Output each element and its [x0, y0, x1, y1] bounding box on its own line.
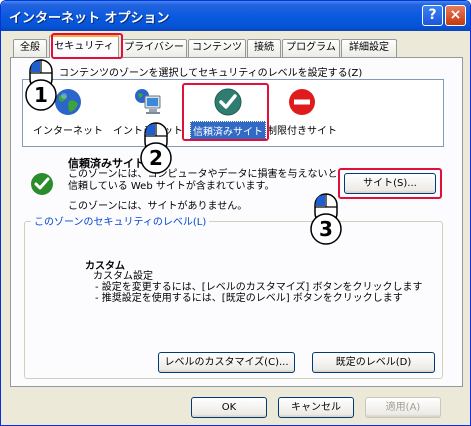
zone-label: インターネット	[33, 126, 103, 137]
close-button[interactable]: ×	[445, 5, 466, 26]
selected-zone-description: このゾーンには、コンピュータやデータに損害を与えないと 信頼している Web サ…	[68, 169, 338, 193]
trusted-sites-small-icon	[31, 173, 53, 195]
help-button[interactable]: ?	[422, 5, 443, 26]
custom-line: カスタム設定	[93, 271, 153, 282]
zone-site-count: このゾーンには、サイトがありません。	[68, 201, 248, 212]
step-number: 1	[34, 83, 48, 107]
step-3-mouse-icon: 3	[310, 193, 342, 245]
trusted-sites-highlight	[182, 83, 269, 141]
window-title: インターネット オプション	[9, 11, 170, 26]
security-level-legend: このゾーンのセキュリティのレベル(L)	[31, 213, 210, 228]
step-number: 3	[319, 217, 333, 241]
custom-level-title: カスタム	[85, 261, 125, 272]
custom-line: - 推奨設定を使用するには、[既定のレベル] ボタンをクリックします	[95, 293, 403, 304]
tab-general[interactable]: 全般	[13, 39, 47, 57]
zone-instruction: コンテンツのゾーンを選択してセキュリティのレベルを設定する(Z)	[59, 68, 363, 79]
apply-button[interactable]: 適用(A)	[365, 397, 441, 418]
description-line: このゾーンには、コンピュータやデータに損害を与えないと	[68, 169, 338, 180]
tab-advanced[interactable]: 詳細設定	[341, 39, 397, 57]
step-2-mouse-icon: 2	[140, 122, 172, 174]
cancel-button[interactable]: キャンセル	[278, 397, 354, 418]
description-line: 信頼している Web サイトが含まれています。	[68, 181, 275, 192]
title-bar[interactable]: インターネット オプション ? ×	[1, 1, 470, 31]
tab-programs[interactable]: プログラム	[282, 39, 340, 57]
step-number: 2	[149, 146, 163, 170]
step-1-mouse-icon: 1	[25, 59, 57, 111]
internet-options-dialog: インターネット オプション ? × 全般 セキュリティ プライバシー コンテンツ…	[0, 0, 471, 426]
default-level-button[interactable]: 既定のレベル(D)	[312, 352, 435, 373]
customize-level-button[interactable]: レベルのカスタマイズ(C)...	[158, 352, 295, 373]
zone-label: 制限付きサイト	[267, 126, 337, 137]
tab-connections[interactable]: 接続	[247, 39, 281, 57]
tab-privacy[interactable]: プライバシー	[121, 39, 187, 57]
custom-level-description: カスタム設定 - 設定を変更するには、[レベルのカスタマイズ] ボタンをクリック…	[93, 271, 422, 304]
tab-content[interactable]: コンテンツ	[188, 39, 246, 57]
custom-line: - 設定を変更するには、[レベルのカスタマイズ] ボタンをクリックします	[95, 282, 423, 293]
intranet-icon	[135, 89, 161, 114]
security-tab-highlight	[51, 33, 123, 59]
zone-restricted-sites[interactable]: 制限付きサイト	[257, 87, 347, 138]
ok-button[interactable]: OK	[191, 397, 267, 418]
restricted-icon	[289, 89, 315, 115]
sites-button-highlight	[338, 168, 442, 199]
